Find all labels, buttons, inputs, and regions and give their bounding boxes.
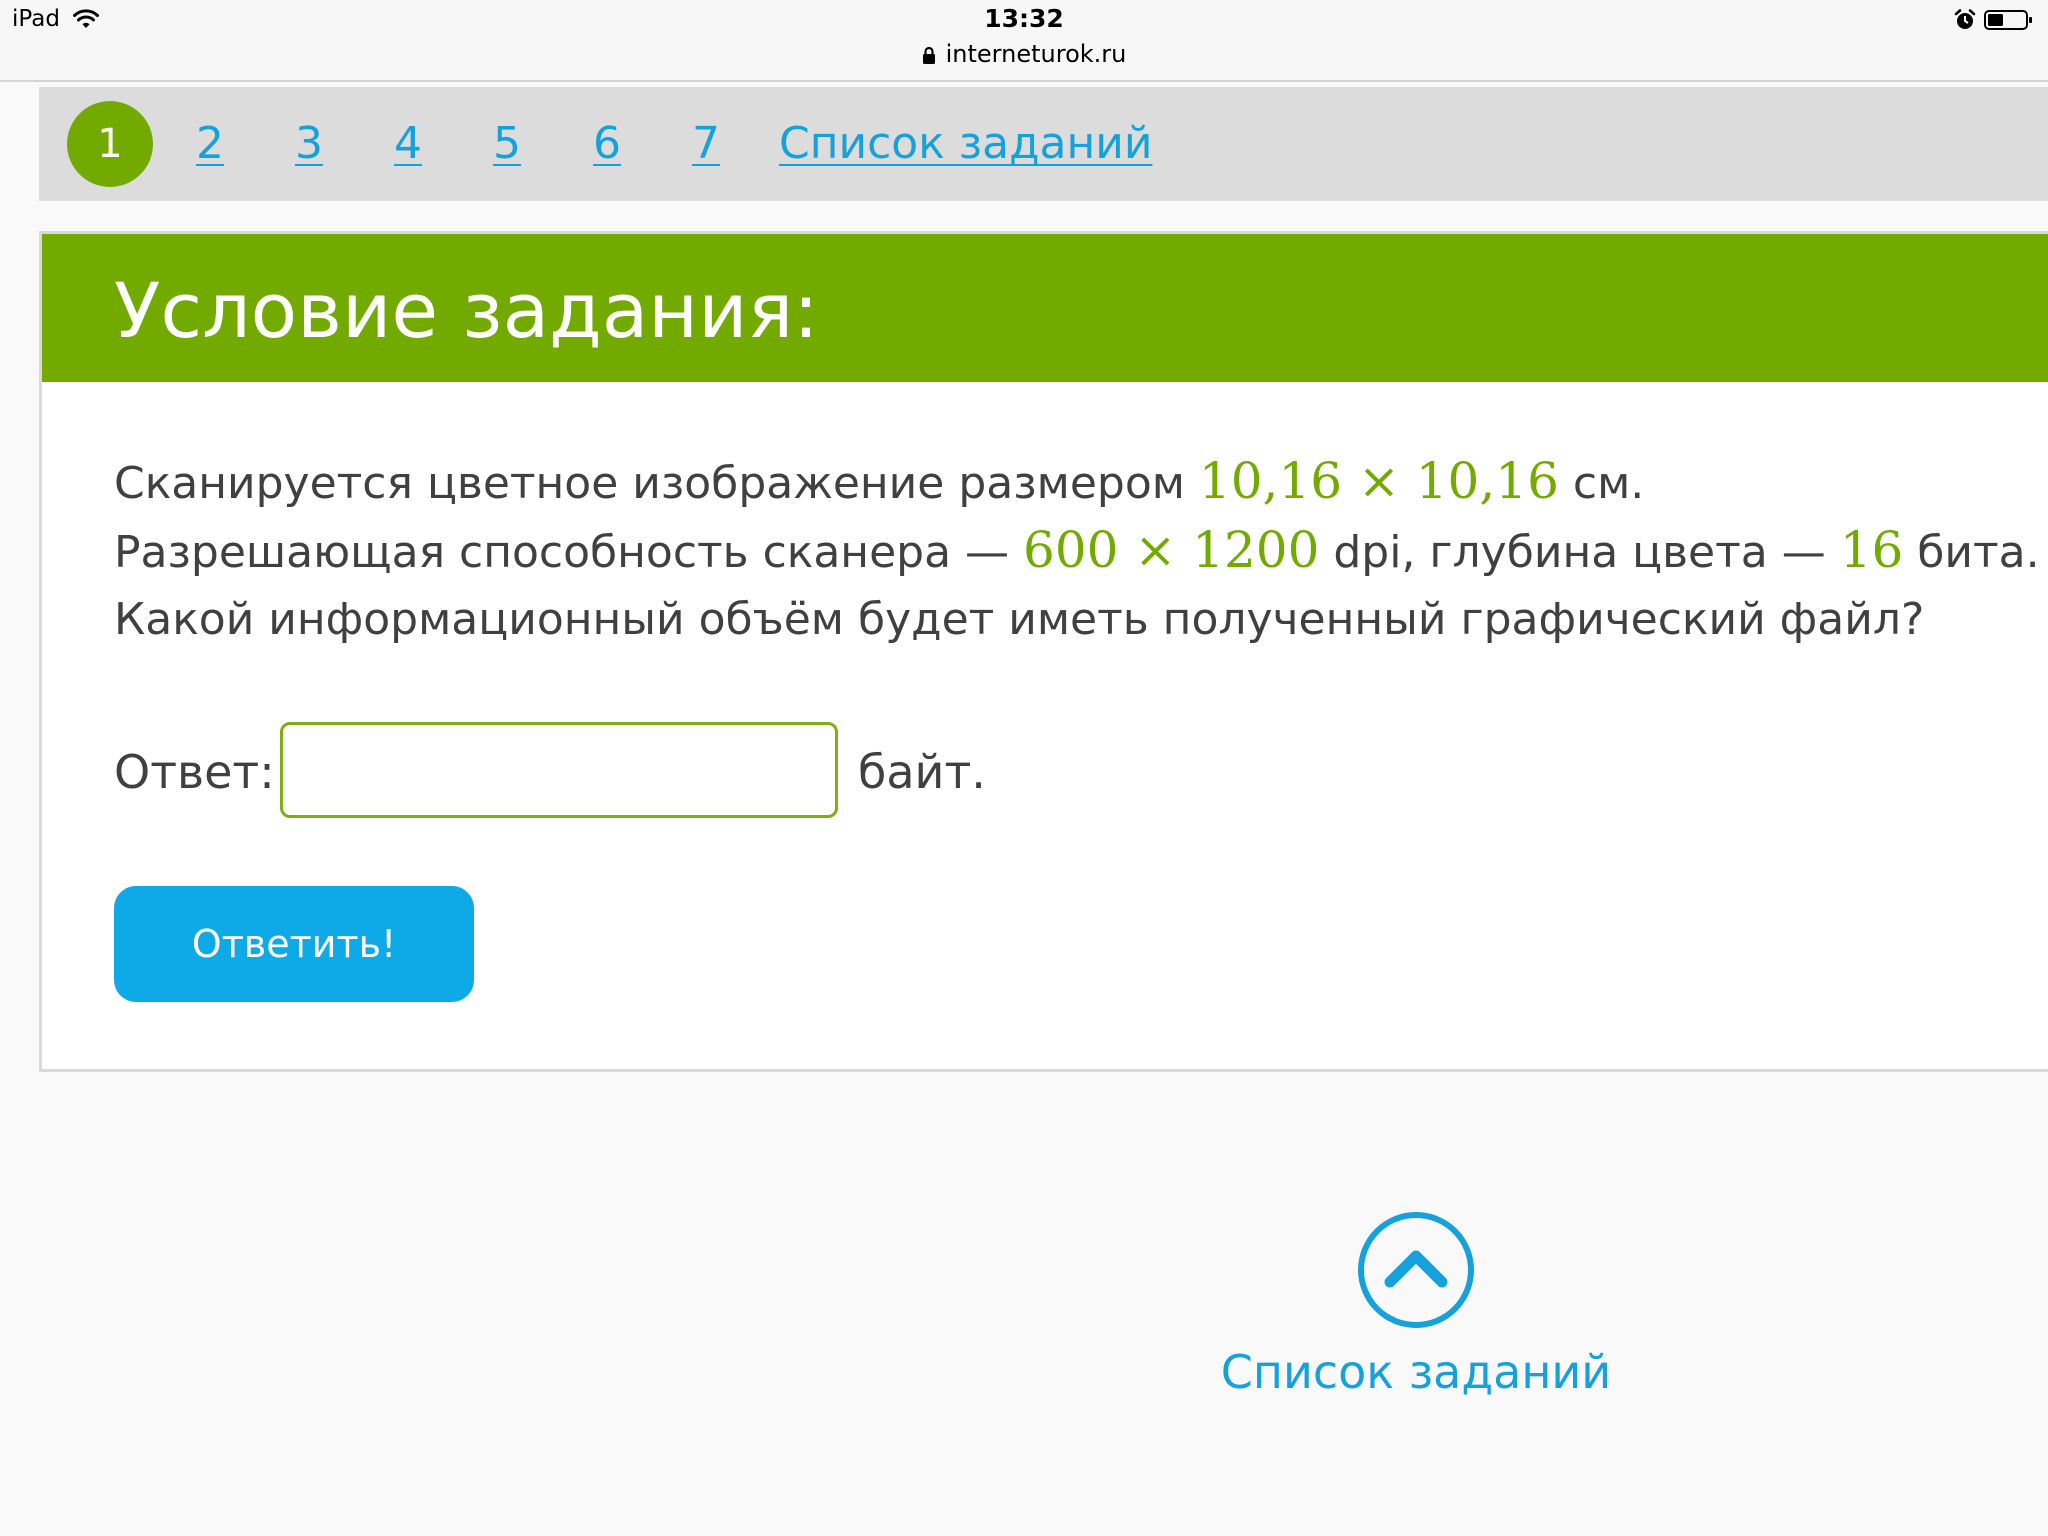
battery-icon (1984, 10, 2032, 30)
task-heading: Условие задания: (114, 266, 819, 355)
task-line-1-end: см. (1558, 458, 1645, 509)
alarm-icon (1954, 9, 1976, 29)
task-line-2: Разрешающая способность сканера — 600 × … (114, 517, 2040, 586)
task-nav-link-5[interactable]: 5 (493, 117, 521, 171)
task-nav-link-3[interactable]: 3 (295, 117, 323, 171)
url-text: interneturok.ru (945, 40, 1127, 68)
bottom-task-list-link[interactable]: Список заданий (1196, 1210, 1636, 1410)
task-line-1-text: Сканируется цветное изображение размером (114, 458, 1199, 509)
lock-icon (922, 46, 935, 64)
task-line-2-mid: dpi, глубина цвета — (1319, 527, 1840, 578)
task-nav-link-7[interactable]: 7 (692, 117, 720, 171)
address-bar[interactable]: interneturok.ru (0, 40, 2048, 68)
answer-input[interactable] (280, 722, 838, 818)
answer-label: Ответ: (114, 745, 275, 799)
task-nav-current[interactable]: 1 (67, 101, 153, 187)
answer-unit: байт. (858, 745, 986, 799)
bottom-task-list-label: Список заданий (1220, 1345, 1612, 1399)
task-line-1: Сканируется цветное изображение размером… (114, 448, 2040, 517)
math-resolution: 600 × 1200 (1023, 521, 1320, 579)
chevron-up-icon (1358, 1212, 1474, 1328)
task-nav-link-4[interactable]: 4 (394, 117, 422, 171)
status-bar: iPad 13:32 interneturok.ru (0, 0, 2048, 82)
task-line-2-text: Разрешающая способность сканера — (114, 527, 1024, 578)
task-card: Условие задания: Сканируется цветное изо… (39, 231, 2048, 1072)
task-statement: Сканируется цветное изображение размером… (114, 448, 2040, 653)
task-nav-link-2[interactable]: 2 (196, 117, 224, 171)
task-line-3: Какой информационный объём будет иметь п… (114, 594, 1925, 645)
task-nav-link-6[interactable]: 6 (593, 117, 621, 171)
task-nav: 1 2 3 4 5 6 7 Список заданий (39, 87, 2048, 201)
task-card-header: Условие задания: (42, 234, 2048, 382)
math-color-depth: 16 (1839, 521, 1904, 579)
task-list-link[interactable]: Список заданий (779, 117, 1152, 171)
math-dimensions: 10,16 × 10,16 (1198, 452, 1559, 510)
submit-answer-button[interactable]: Ответить! (114, 886, 474, 1002)
clock: 13:32 (984, 4, 1064, 33)
task-line-2-end: бита. (1903, 527, 2040, 578)
